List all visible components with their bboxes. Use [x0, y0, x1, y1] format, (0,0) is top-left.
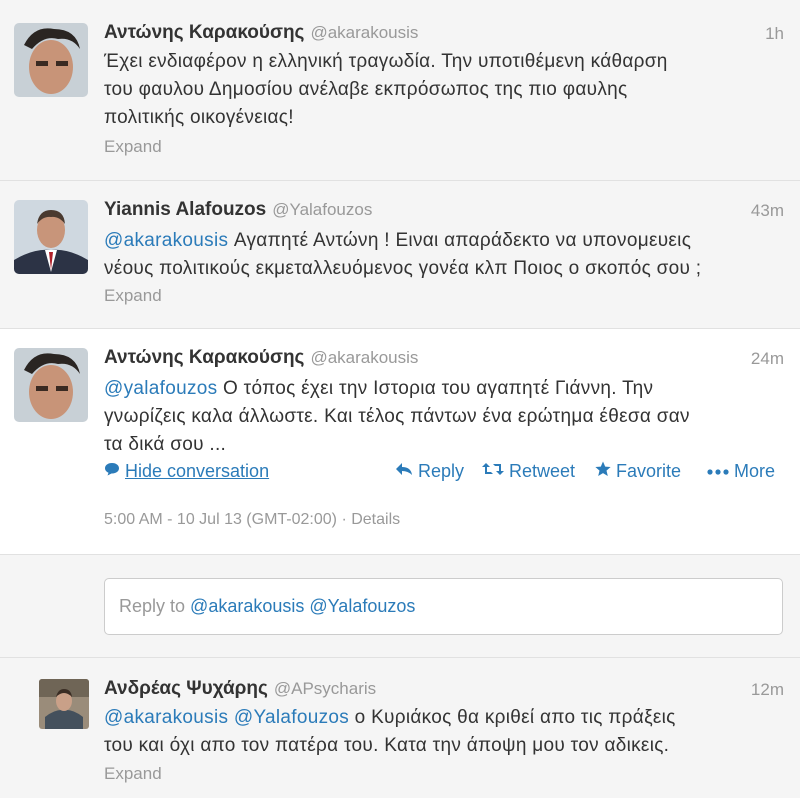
avatar[interactable]	[14, 23, 88, 97]
expand-link[interactable]: Expand	[104, 764, 162, 784]
avatar[interactable]	[14, 200, 88, 274]
tweet-text: @akarakousis @Yalafouzos ο Κυριάκος θα κ…	[104, 707, 676, 756]
reply-mentions: @akarakousis @Yalafouzos	[190, 596, 416, 616]
avatar[interactable]	[14, 348, 88, 422]
tweet-time[interactable]: 12m	[751, 680, 784, 700]
retweet-button[interactable]: Retweet	[482, 461, 575, 482]
author-handle[interactable]: @Yalafouzos	[272, 200, 372, 219]
author-name[interactable]: Αντώνης Καρακούσης	[104, 22, 304, 43]
mention-link[interactable]: @yalafouzos	[104, 378, 217, 399]
tweet-1[interactable]: Αντώνης Καρακούσης @akarakousis 1h Έχει ε…	[0, 0, 800, 181]
favorite-button[interactable]: Favorite	[595, 461, 681, 482]
reply-area: Reply to @akarakousis @Yalafouzos	[0, 555, 800, 658]
more-dots-icon	[707, 463, 729, 481]
author-handle[interactable]: @APsycharis	[274, 679, 376, 698]
expand-link[interactable]: Expand	[104, 286, 162, 306]
mention-link[interactable]: @akarakousis	[104, 230, 228, 251]
tweet-timestamp-details[interactable]: 5:00 AM - 10 Jul 13 (GMT-02:00) · Detail…	[104, 511, 400, 529]
author-name[interactable]: Yiannis Alafouzos	[104, 199, 266, 220]
mention-link[interactable]: @akarakousis	[104, 707, 228, 728]
reply-input[interactable]: Reply to @akarakousis @Yalafouzos	[104, 578, 783, 635]
retweet-icon	[482, 462, 504, 481]
tweet-actions: Hide conversation Reply Retweet Favorite…	[104, 461, 784, 487]
speech-bubble-icon	[104, 462, 120, 481]
tweet-3-expanded[interactable]: Αντώνης Καρακούσης @akarakousis 24m @yala…	[0, 329, 800, 555]
author-name[interactable]: Ανδρέας Ψυχάρης	[104, 678, 268, 699]
reply-button[interactable]: Reply	[395, 461, 464, 482]
author-handle[interactable]: @akarakousis	[310, 348, 418, 367]
tweet-2[interactable]: Yiannis Alafouzos @Yalafouzos 43m @akarak…	[0, 181, 800, 329]
tweet-4[interactable]: Ανδρέας Ψυχάρης @APsycharis 12m @akarakou…	[0, 658, 800, 798]
reply-placeholder-prefix: Reply to	[119, 596, 191, 616]
tweet-time[interactable]: 43m	[751, 201, 784, 221]
avatar[interactable]	[39, 679, 89, 729]
mention-link[interactable]: @Yalafouzos	[234, 707, 349, 728]
star-icon	[595, 461, 611, 482]
hide-conversation-link[interactable]: Hide conversation	[104, 461, 269, 482]
tweet-text: @yalafouzos Ο τόπος έχει την Ιστορια του…	[104, 378, 690, 455]
reply-arrow-icon	[395, 462, 413, 481]
tweet-time[interactable]: 24m	[751, 349, 784, 369]
tweet-text: Έχει ενδιαφέρον η ελληνική τραγωδία. Την…	[104, 51, 668, 128]
more-button[interactable]: More	[707, 461, 775, 482]
expand-link[interactable]: Expand	[104, 137, 162, 157]
tweet-time[interactable]: 1h	[765, 24, 784, 44]
tweet-text: @akarakousis Αγαπητέ Αντώνη ! Ειναι απαρ…	[104, 230, 702, 279]
author-name[interactable]: Αντώνης Καρακούσης	[104, 347, 304, 368]
author-handle[interactable]: @akarakousis	[310, 23, 418, 42]
